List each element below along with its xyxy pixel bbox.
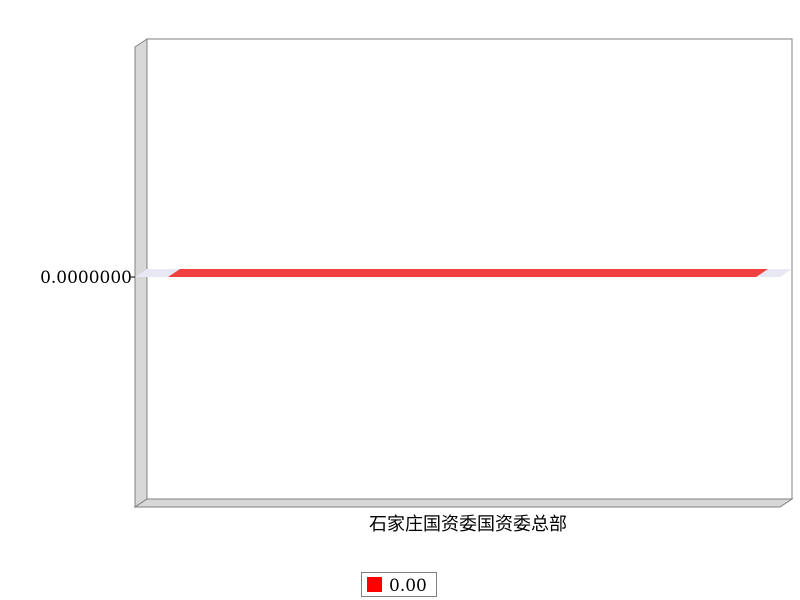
category-label: 石家庄国资委国资委总部 bbox=[369, 514, 567, 535]
chart-canvas: 0.0000000 石家庄国资委国资委总部 bbox=[40, 38, 794, 535]
value-axis-tick-label: 0.0000000 bbox=[40, 268, 132, 288]
legend: 0.00 bbox=[361, 572, 437, 597]
chart: 0.0000000 石家庄国资委国资委总部 0.00 bbox=[0, 0, 800, 600]
legend-swatch bbox=[367, 577, 382, 592]
floor bbox=[133, 498, 794, 508]
bar[interactable] bbox=[168, 269, 768, 277]
legend-label: 0.00 bbox=[389, 576, 427, 596]
